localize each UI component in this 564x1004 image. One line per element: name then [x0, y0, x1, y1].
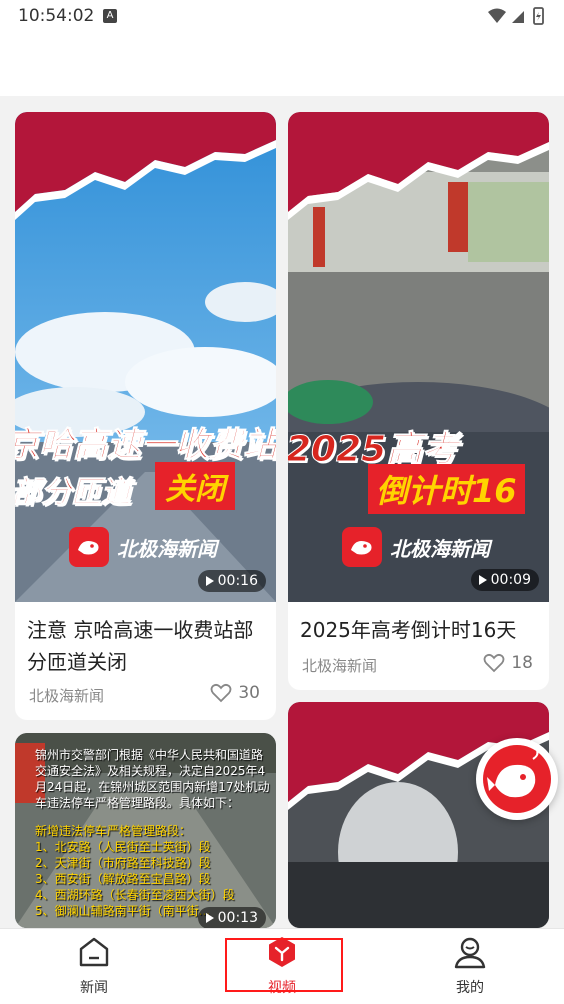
brand-watermark: 北极海新闻 — [69, 527, 217, 567]
status-icons — [488, 7, 544, 25]
video-thumbnail[interactable]: 锦州市交警部门根据《中华人民共和国道路交通安全法》及相关规程，决定自2025年4… — [15, 733, 276, 928]
heart-icon — [210, 683, 232, 703]
brand-name: 北极海新闻 — [117, 536, 217, 561]
notice-text: 锦州市交警部门根据《中华人民共和国道路交通安全法》及相关规程，决定自2025年4… — [35, 747, 271, 919]
video-title[interactable]: 注意 京哈高速一收费站部分匝道关闭 — [27, 614, 264, 678]
play-icon — [205, 576, 214, 586]
notice-item: 4、西湖环路（长春街至凌西大街）段 — [35, 888, 235, 902]
notice-item: 3、西安街（解放路至宝昌路）段 — [35, 872, 211, 886]
like-count: 18 — [511, 653, 533, 673]
play-icon — [478, 575, 487, 585]
notice-item: 1、北安路（人民街至士英街）段 — [35, 840, 211, 854]
wifi-icon — [488, 8, 506, 23]
nav-tab-label: 新闻 — [80, 980, 108, 996]
status-bar: 10:54:02 A — [0, 0, 564, 34]
overlay-tag: 关闭 — [155, 462, 235, 510]
notification-badge: A — [103, 9, 117, 23]
status-time: 10:54:02 — [18, 6, 95, 26]
brand-logo-icon — [342, 527, 382, 567]
nav-tab-news[interactable]: 新闻 — [34, 935, 154, 997]
duration-badge: 00:13 — [197, 907, 266, 928]
brand-name: 北极海新闻 — [390, 536, 490, 561]
signal-icon — [512, 11, 524, 23]
video-thumbnail[interactable]: 京哈高速一收费站 部分匝道 关闭 北极海新闻 00:16 — [15, 112, 276, 602]
notice-intro: 锦州市交警部门根据《中华人民共和国道路交通安全法》及相关规程，决定自2025年4… — [35, 748, 270, 810]
overlay-headline-1: 京哈高速一收费站 — [15, 425, 276, 466]
nav-tab-label: 我的 — [456, 980, 484, 996]
brand-logo-icon — [69, 527, 109, 567]
notice-heading: 新增违法停车严格管理路段： — [35, 824, 192, 838]
like-count: 30 — [238, 683, 260, 703]
video-card-3[interactable]: 锦州市交警部门根据《中华人民共和国道路交通安全法》及相关规程，决定自2025年4… — [15, 733, 276, 928]
video-thumbnail[interactable]: 2025高考 倒计时16 北极海新闻 00:09 — [288, 112, 549, 602]
floating-app-button[interactable] — [476, 738, 558, 820]
profile-icon — [454, 937, 486, 969]
video-card-2[interactable]: 2025高考 倒计时16 北极海新闻 00:09 2025年高考倒计时16天 北… — [288, 112, 549, 690]
like-button[interactable]: 30 — [210, 683, 260, 703]
duration-badge: 00:16 — [197, 570, 266, 592]
overlay-headline-2: 部分匝道 — [15, 475, 132, 511]
duration-badge: 00:09 — [470, 569, 539, 591]
brand-watermark: 北极海新闻 — [342, 527, 490, 567]
video-source: 北极海新闻 — [302, 657, 378, 675]
heart-icon — [483, 653, 505, 673]
news-home-icon — [79, 937, 109, 967]
top-header — [0, 34, 564, 96]
play-icon — [205, 913, 214, 923]
video-card-1[interactable]: 京哈高速一收费站 部分匝道 关闭 北极海新闻 00:16 注意 京哈高速一收费站… — [15, 112, 276, 720]
like-button[interactable]: 18 — [483, 653, 533, 673]
overlay-headline-2: 倒计时16 — [368, 464, 525, 514]
fish-logo-icon — [483, 745, 551, 813]
selection-highlight — [225, 938, 343, 992]
video-source: 北极海新闻 — [29, 687, 105, 705]
video-title[interactable]: 2025年高考倒计时16天 — [300, 614, 537, 646]
notice-item: 2、天津街（市府路至科技路）段 — [35, 856, 211, 870]
nav-tab-mine[interactable]: 我的 — [410, 935, 530, 997]
